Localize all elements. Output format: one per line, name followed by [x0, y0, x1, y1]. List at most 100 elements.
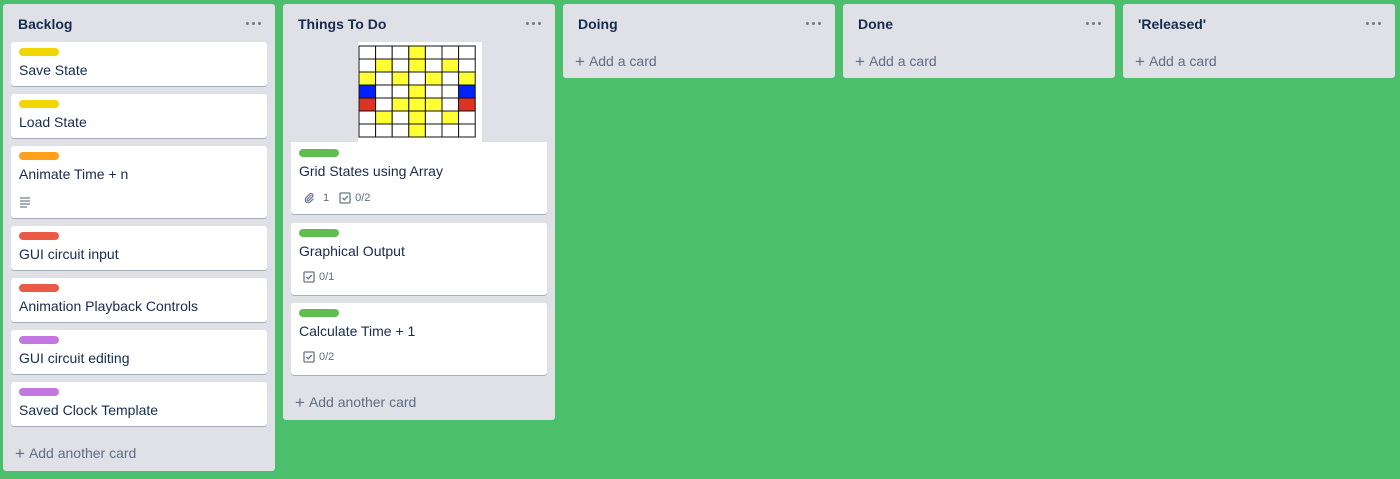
grid-cell [358, 58, 377, 73]
list-header: Doing [563, 4, 835, 44]
card-label [299, 149, 339, 157]
grid-cell [391, 110, 410, 125]
card-gui-circuit-input[interactable]: GUI circuit input [11, 226, 267, 270]
checklist-badge: 0/2 [303, 351, 334, 363]
grid-cell [358, 45, 377, 60]
grid-cell [391, 71, 410, 86]
grid-cell [458, 123, 476, 138]
card-label [19, 48, 59, 56]
grid-cell [458, 71, 476, 86]
list-menu-icon[interactable] [805, 14, 823, 32]
card-grid-states-using-array[interactable]: Grid States using Array 1 0/2 [291, 42, 547, 214]
card-title: Save State [19, 62, 88, 78]
grid-cell [408, 123, 426, 138]
grid-cell [391, 45, 410, 60]
grid-cell [441, 71, 460, 86]
checklist-icon [303, 271, 315, 283]
list-released: 'Released' + Add a card [1123, 4, 1395, 78]
add-card-button[interactable]: + Add a card [851, 47, 1107, 75]
grid-cell [391, 84, 410, 99]
plus-icon: + [855, 51, 865, 71]
grid-cell [441, 123, 460, 138]
card-badges: 0/1 [303, 269, 344, 285]
add-card-button[interactable]: + Add a card [571, 47, 827, 75]
list-title[interactable]: Backlog [18, 16, 72, 32]
grid-cell [358, 123, 377, 138]
list-title[interactable]: 'Released' [1138, 16, 1206, 32]
card-saved-clock-template[interactable]: Saved Clock Template [11, 382, 267, 426]
plus-icon: + [15, 443, 25, 463]
card-calculate-time-1[interactable]: Calculate Time + 1 0/2 [291, 303, 547, 375]
attachment-count: 1 [323, 192, 330, 204]
list-menu-icon[interactable] [245, 14, 263, 32]
grid-cell [375, 123, 393, 138]
add-card-button[interactable]: + Add another card [291, 388, 547, 416]
grid-cell [358, 110, 377, 125]
grid-cell [358, 97, 377, 112]
grid-cell [375, 97, 393, 112]
grid-cell [458, 84, 476, 99]
checklist-count: 0/2 [319, 351, 335, 363]
card-label [19, 100, 59, 108]
add-card-button[interactable]: + Add a card [1131, 47, 1387, 75]
grid-cell [375, 110, 393, 125]
add-card-label: Add a card [588, 53, 657, 69]
card-title: Saved Clock Template [19, 402, 159, 418]
grid-cell [358, 84, 377, 99]
list-header: 'Released' [1123, 4, 1395, 44]
list-things-to-do: Things To Do Grid States using Array 1 0… [283, 4, 555, 420]
checklist-count: 0/1 [319, 271, 335, 283]
grid-cell [424, 97, 443, 112]
list-title[interactable]: Things To Do [298, 16, 386, 32]
grid-cell [358, 71, 377, 86]
grid-cell [375, 58, 393, 73]
grid-cell [408, 71, 426, 86]
list-doing: Doing + Add a card [563, 4, 835, 78]
add-card-label: Add a card [1148, 53, 1217, 69]
grid-states-cover-image [358, 42, 482, 142]
grid-cell [441, 97, 460, 112]
grid-cell [441, 110, 460, 125]
paperclip-icon [304, 193, 314, 204]
card-title: Grid States using Array [299, 163, 443, 179]
list-header: Done [843, 4, 1115, 44]
add-card-label: Add another card [28, 445, 137, 461]
card-label [299, 229, 339, 237]
grid-cell [458, 97, 476, 112]
card-animate-time-n[interactable]: Animate Time + n [11, 146, 267, 218]
grid-cell [424, 123, 443, 138]
card-label [299, 309, 339, 317]
grid-cell [424, 84, 443, 99]
list-menu-icon[interactable] [525, 14, 543, 32]
checklist-icon [339, 192, 351, 204]
card-animation-playback-controls[interactable]: Animation Playback Controls [11, 278, 267, 322]
card-label [19, 232, 59, 240]
grid-cell [424, 71, 443, 86]
card-gui-circuit-editing[interactable]: GUI circuit editing [11, 330, 267, 374]
grid-cell [375, 84, 393, 99]
card-label [19, 152, 59, 160]
checklist-icon [303, 351, 315, 363]
list-menu-icon[interactable] [1365, 14, 1383, 32]
plus-icon: + [1135, 51, 1145, 71]
card-title: Animate Time + n [19, 166, 129, 182]
card-label [19, 388, 59, 396]
card-graphical-output[interactable]: Graphical Output 0/1 [291, 223, 547, 295]
list-title[interactable]: Doing [578, 16, 618, 32]
grid-cell [391, 97, 410, 112]
checklist-count: 0/2 [355, 192, 371, 204]
grid-cell [441, 58, 460, 73]
plus-icon: + [295, 392, 305, 412]
grid-cell [458, 45, 476, 60]
grid-cell [408, 110, 426, 125]
add-card-button[interactable]: + Add another card [11, 439, 267, 467]
card-load-state[interactable]: Load State [11, 94, 267, 138]
list-menu-icon[interactable] [1085, 14, 1103, 32]
list-title[interactable]: Done [858, 16, 893, 32]
card-save-state[interactable]: Save State [11, 42, 267, 86]
grid-cell [424, 58, 443, 73]
description-icon [19, 196, 35, 208]
card-title: Animation Playback Controls [19, 298, 198, 314]
grid-cell [424, 110, 443, 125]
grid-cell [408, 45, 426, 60]
